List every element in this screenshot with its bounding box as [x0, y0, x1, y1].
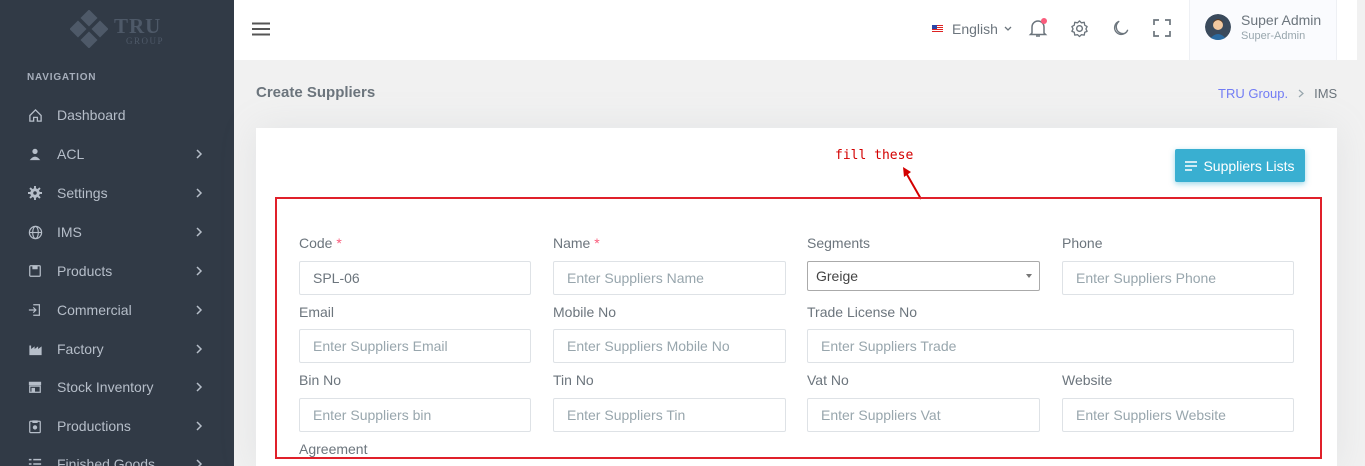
website-label: Website: [1062, 372, 1113, 388]
vat-input[interactable]: Enter Suppliers Vat: [807, 398, 1040, 432]
phone-label: Phone: [1062, 235, 1103, 251]
sidebar-item-settings[interactable]: Settings: [0, 178, 234, 208]
chevron-right-icon: [195, 305, 203, 315]
name-label-text: Name: [553, 235, 591, 251]
list-lines-icon: [1185, 160, 1198, 171]
sidebar-item-label: Stock Inventory: [57, 379, 154, 395]
sidebar-item-finished-goods[interactable]: Finished Goods: [0, 449, 234, 466]
user-icon: [27, 146, 43, 162]
globe-icon: [27, 224, 43, 240]
sidebar-item-commercial[interactable]: Commercial: [0, 295, 234, 325]
suppliers-list-button[interactable]: Suppliers Lists: [1175, 149, 1305, 182]
chevron-right-icon: [195, 344, 203, 354]
segments-select[interactable]: Greige: [807, 261, 1040, 291]
chevron-right-icon: [195, 266, 203, 276]
sidebar-item-factory[interactable]: Factory: [0, 334, 234, 364]
brand-sub: GROUP: [126, 36, 165, 46]
code-label: Code *: [299, 235, 342, 251]
email-label: Email: [299, 304, 335, 320]
language-selector[interactable]: English: [932, 19, 1012, 39]
select-caret-icon: [1026, 274, 1032, 278]
chevron-right-icon: [195, 149, 203, 159]
required-marker: *: [336, 235, 342, 251]
settings-gear-icon[interactable]: [1068, 17, 1090, 39]
logo-icon: [70, 10, 108, 48]
us-flag-icon: [932, 25, 943, 33]
user-menu[interactable]: Super Admin Super-Admin: [1189, 0, 1337, 60]
breadcrumb: TRU Group. IMS: [1218, 86, 1337, 101]
save-icon: [27, 263, 43, 279]
sidebar-item-label: Products: [57, 263, 113, 279]
mobile-input[interactable]: Enter Suppliers Mobile No: [553, 329, 786, 363]
sidebar-item-dashboard[interactable]: Dashboard: [0, 100, 234, 130]
name-label: Name *: [553, 235, 600, 251]
bin-input[interactable]: Enter Suppliers bin: [299, 398, 531, 432]
avatar: [1205, 14, 1231, 40]
breadcrumb-separator-icon: [1298, 86, 1304, 101]
mobile-label: Mobile No: [553, 304, 617, 320]
home-icon: [27, 107, 43, 123]
sidebar-item-productions[interactable]: Productions: [0, 411, 234, 441]
chevron-down-icon: [1004, 26, 1012, 31]
breadcrumb-link[interactable]: TRU Group.: [1218, 86, 1288, 101]
page-title: Create Suppliers: [256, 84, 376, 101]
sidebar-item-products[interactable]: Products: [0, 256, 234, 286]
vat-label: Vat No: [807, 372, 849, 388]
sidebar-item-label: Settings: [57, 185, 108, 201]
sidebar: TRU GROUP NAVIGATION Dashboard ACL Setti…: [0, 0, 234, 466]
sidebar-item-label: ACL: [57, 146, 85, 162]
trade-license-label: Trade License No: [807, 304, 917, 320]
website-input[interactable]: Enter Suppliers Website: [1062, 398, 1294, 432]
language-label: English: [952, 21, 998, 37]
topbar: English Super Admin Super-Admin: [234, 0, 1357, 60]
breadcrumb-current: IMS: [1314, 86, 1338, 101]
agreement-label: Agreement: [299, 441, 368, 457]
tin-input[interactable]: Enter Suppliers Tin: [553, 398, 786, 432]
user-name: Super Admin: [1241, 12, 1322, 28]
chevron-right-icon: [195, 421, 203, 431]
chevron-right-icon: [195, 227, 203, 237]
sidebar-item-label: Productions: [57, 418, 131, 434]
sidebar-item-acl[interactable]: ACL: [0, 139, 234, 169]
store-icon: [27, 379, 43, 395]
suppliers-list-label: Suppliers Lists: [1203, 157, 1295, 174]
gear-icon: [27, 185, 43, 201]
trade-license-input[interactable]: Enter Suppliers Trade: [807, 329, 1294, 363]
nav-title: NAVIGATION: [27, 72, 97, 83]
name-input[interactable]: Enter Suppliers Name: [553, 261, 786, 295]
login-icon: [27, 302, 43, 318]
list-icon: [27, 456, 43, 466]
dark-mode-moon-icon[interactable]: [1110, 17, 1132, 39]
chevron-right-icon: [195, 459, 203, 466]
segments-label: Segments: [807, 235, 871, 251]
notification-bell-icon[interactable]: [1027, 17, 1049, 39]
sidebar-item-stock-inventory[interactable]: Stock Inventory: [0, 372, 234, 402]
sidebar-item-label: Commercial: [57, 302, 132, 318]
sidebar-item-label: IMS: [57, 224, 82, 240]
menu-toggle-icon[interactable]: [252, 19, 274, 39]
clipboard-icon: [27, 418, 43, 434]
chevron-right-icon: [195, 382, 203, 392]
required-marker: *: [594, 235, 600, 251]
sidebar-item-label: Factory: [57, 341, 104, 357]
page-scrollbar[interactable]: [1357, 0, 1365, 466]
fullscreen-icon[interactable]: [1151, 17, 1173, 39]
tin-label: Tin No: [553, 372, 594, 388]
user-role: Super-Admin: [1241, 30, 1306, 42]
factory-icon: [27, 341, 43, 357]
sidebar-item-label: Finished Goods: [57, 456, 156, 466]
phone-input[interactable]: Enter Suppliers Phone: [1062, 261, 1294, 295]
bin-label: Bin No: [299, 372, 342, 388]
code-input[interactable]: SPL-06: [299, 261, 531, 295]
email-input[interactable]: Enter Suppliers Email: [299, 329, 531, 363]
sidebar-item-label: Dashboard: [57, 107, 126, 123]
brand-logo[interactable]: TRU GROUP: [70, 10, 170, 48]
chevron-right-icon: [195, 188, 203, 198]
sidebar-item-ims[interactable]: IMS: [0, 217, 234, 247]
code-label-text: Code: [299, 235, 333, 251]
segments-selected-value: Greige: [816, 268, 859, 284]
